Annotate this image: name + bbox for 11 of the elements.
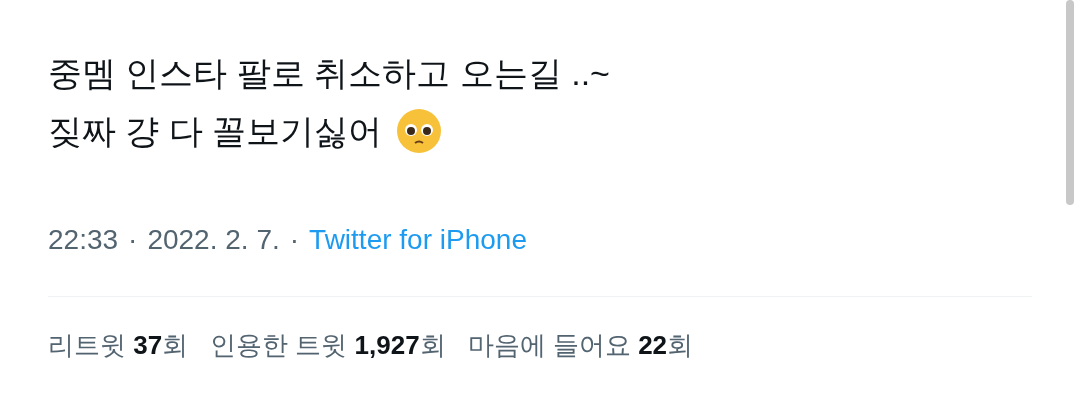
- separator-dot: ·: [128, 223, 138, 257]
- tweet-stat[interactable]: 인용한 트윗 1,927회: [210, 325, 446, 365]
- tweet-date: 2022. 2. 7.: [147, 223, 280, 257]
- tweet-stat[interactable]: 마음에 들어요 22회: [467, 325, 694, 365]
- tweet-time: 22:33: [48, 223, 119, 257]
- tweet-text: 중멤 인스타 팔로 취소하고 오는길 ..~: [48, 52, 610, 94]
- tweet-text: 짖짜 걍 다 꼴보기싫어: [48, 110, 383, 152]
- separator-dot: ·: [289, 223, 300, 257]
- pleading-face-emoji-icon: [396, 108, 443, 154]
- tweet-stat[interactable]: 리트윗 37회: [48, 325, 189, 365]
- scrollbar[interactable]: [1066, 0, 1074, 205]
